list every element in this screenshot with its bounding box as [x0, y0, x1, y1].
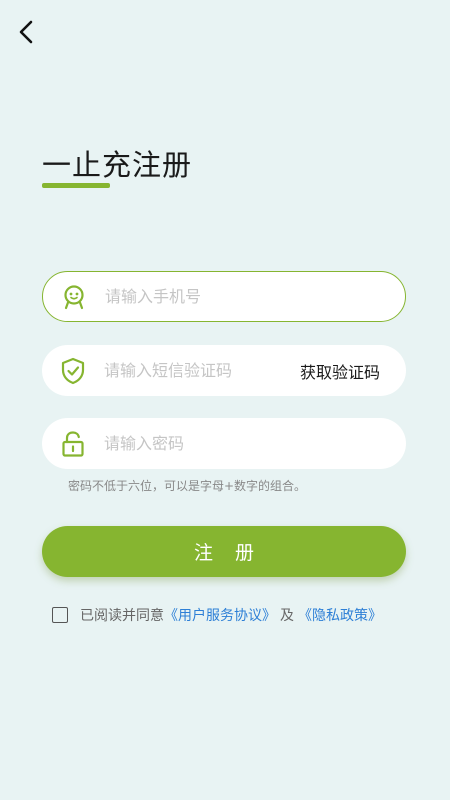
agreement-conjunction: 及: [280, 608, 294, 624]
title-underline: [42, 183, 110, 188]
agreement-prefix: 已阅读并同意: [80, 608, 164, 624]
shield-check-icon: [42, 345, 104, 396]
user-face-icon: [43, 271, 105, 322]
phone-input[interactable]: [105, 272, 405, 321]
chevron-left-icon: [19, 20, 33, 44]
register-screen: 一止充注册 获取验证码: [0, 0, 450, 800]
password-input[interactable]: [104, 418, 406, 469]
sms-code-field[interactable]: 获取验证码: [42, 345, 406, 396]
user-agreement-link[interactable]: 《用户服务协议》: [164, 605, 276, 625]
phone-field[interactable]: [42, 271, 406, 322]
agreement-checkbox[interactable]: [52, 607, 68, 623]
unlock-icon: [42, 418, 104, 469]
get-code-button[interactable]: 获取验证码: [300, 359, 406, 383]
privacy-policy-link[interactable]: 《隐私政策》: [298, 605, 382, 625]
register-button[interactable]: 注册: [42, 526, 406, 577]
password-hint: 密码不低于六位，可以是字母+数字的组合。: [68, 479, 307, 493]
sms-code-input[interactable]: [104, 345, 300, 396]
page-title: 一止充注册: [42, 148, 193, 182]
back-button[interactable]: [10, 14, 42, 50]
password-field[interactable]: [42, 418, 406, 469]
agreement-row: 已阅读并同意 《用户服务协议》 及 《隐私政策》: [52, 605, 382, 625]
